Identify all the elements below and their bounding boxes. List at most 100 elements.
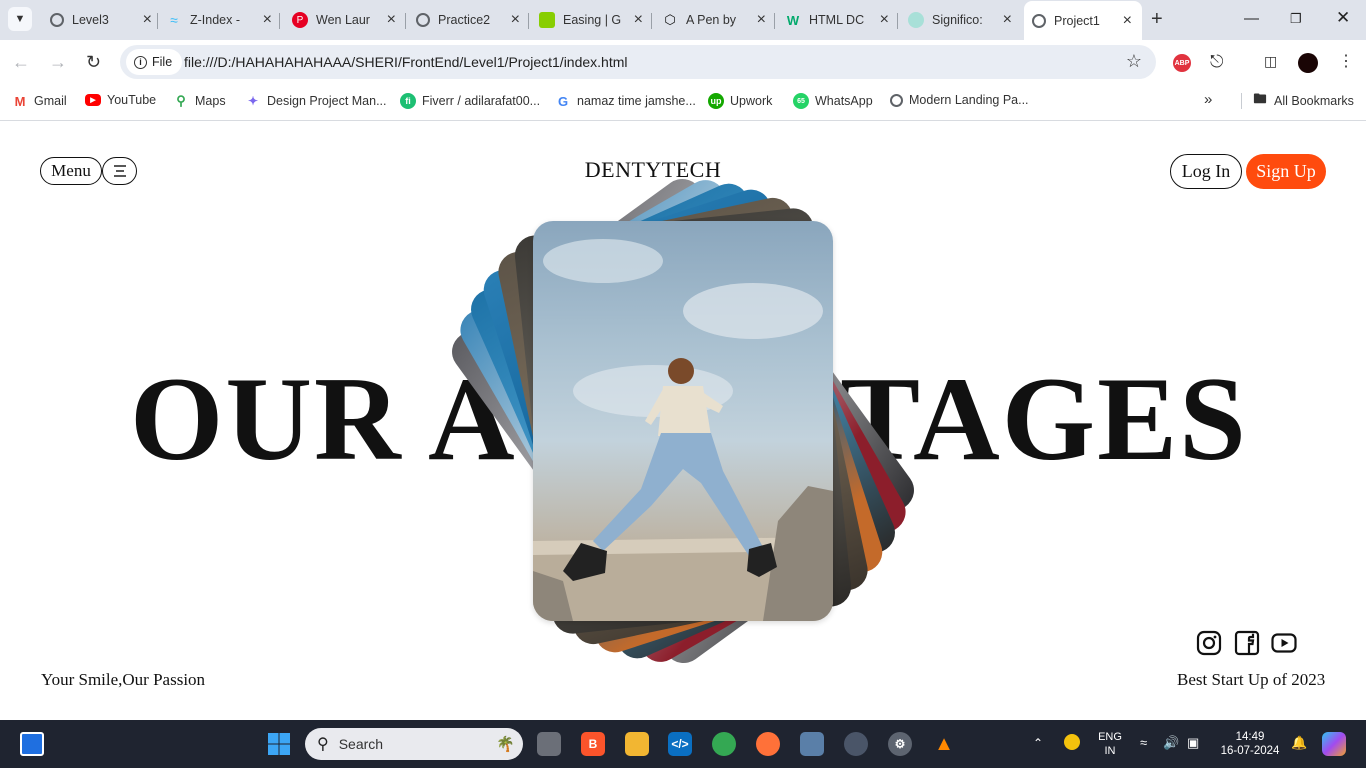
vlc-icon[interactable]: ▲ <box>932 732 956 756</box>
tab-z-index[interactable]: ≈ Z-Index - × <box>166 6 276 34</box>
profile-avatar[interactable] <box>1298 53 1318 73</box>
tab-html-doc[interactable]: W HTML DC × <box>785 6 893 34</box>
close-tab-icon[interactable]: × <box>1003 12 1012 28</box>
more-bookmarks-icon[interactable]: » <box>1204 91 1212 108</box>
headline-right-part: TAGES <box>840 352 1248 485</box>
facebook-icon[interactable] <box>1234 630 1260 656</box>
bookmark-design-project[interactable]: ✦ Design Project Man... <box>245 93 387 109</box>
windows-taskbar: ⚲ Search 🌴 B </> ⚙ ▲ ⌃ ENG IN ≈ 🔊 ▣ 14:4… <box>0 720 1366 768</box>
w3schools-icon: W <box>786 12 800 28</box>
adblock-plus-icon[interactable]: ABP <box>1173 54 1191 72</box>
taskbar-search-box[interactable]: ⚲ Search 🌴 <box>305 728 523 760</box>
bookmark-gmail[interactable]: M Gmail <box>12 93 67 109</box>
bookmark-fiverr[interactable]: fi Fiverr / adilarafat00... <box>400 93 540 109</box>
tab-practice2[interactable]: Practice2 × <box>416 6 524 34</box>
tab-project1[interactable]: Project1 × <box>1024 1 1142 40</box>
firefox-icon[interactable] <box>756 732 780 756</box>
windows-start-icon[interactable] <box>267 732 291 756</box>
close-window-icon[interactable]: ✕ <box>1336 8 1350 28</box>
address-bar[interactable]: i File file:///D:/HAHAHAHAHAAA/SHERI/Fro… <box>120 45 1156 79</box>
upwork-icon: up <box>708 93 724 109</box>
language-indicator[interactable]: ENG IN <box>1094 730 1126 758</box>
woman-jumping-photo <box>533 239 833 621</box>
volume-icon[interactable]: 🔊 <box>1163 736 1179 750</box>
webpage: Menu DENTYTECH Log In Sign Up OUR A TAGE… <box>0 121 1366 720</box>
tab-separator <box>897 13 898 29</box>
side-panel-icon[interactable]: ◫ <box>1264 53 1277 70</box>
bookmark-upwork[interactable]: up Upwork <box>708 93 772 109</box>
clock[interactable]: 14:49 16-07-2024 <box>1218 730 1282 758</box>
login-button[interactable]: Log In <box>1170 154 1242 189</box>
globe-icon <box>416 13 430 27</box>
url-text[interactable]: file:///D:/HAHAHAHAHAAA/SHERI/FrontEnd/L… <box>184 54 628 70</box>
bookmark-modern-landing[interactable]: Modern Landing Pa... <box>890 93 1029 107</box>
close-tab-icon[interactable]: × <box>1123 12 1132 29</box>
bookmark-maps[interactable]: ⚲ Maps <box>173 93 225 109</box>
calculator-icon[interactable] <box>800 732 824 756</box>
greensock-icon <box>539 12 555 28</box>
tab-level3[interactable]: Level3 × <box>44 6 156 34</box>
all-bookmarks-folder[interactable]: 🖿 All Bookmarks <box>1241 91 1354 109</box>
tab-separator <box>279 13 280 29</box>
new-tab-icon[interactable]: + <box>1151 8 1163 31</box>
youtube-icon[interactable] <box>1271 630 1297 656</box>
bookmark-star-icon[interactable]: ☆ <box>1126 51 1142 72</box>
close-tab-icon[interactable]: × <box>634 12 643 28</box>
reload-icon[interactable]: ↻ <box>86 52 101 73</box>
globe-icon <box>890 93 903 107</box>
file-explorer-icon[interactable] <box>625 732 649 756</box>
tray-overflow-icon[interactable]: ⌃ <box>1033 736 1043 750</box>
extensions-icon[interactable]: ⎋ <box>1210 52 1223 72</box>
wifi-icon[interactable]: ≈ <box>1140 736 1147 750</box>
tab-codepen[interactable]: ⬡ A Pen by × <box>662 6 770 34</box>
bookmark-youtube[interactable]: ▶ YouTube <box>85 93 156 107</box>
folder-icon: 🖿 <box>1253 91 1267 106</box>
tab-wen-laur[interactable]: P Wen Laur × <box>292 6 400 34</box>
beach-decoration-icon: 🌴 <box>496 736 515 753</box>
tab-separator <box>157 13 158 29</box>
site-icon <box>908 12 924 28</box>
close-tab-icon[interactable]: × <box>387 12 396 28</box>
site-info-chip[interactable]: i File <box>126 49 183 75</box>
vscode-icon[interactable]: </> <box>668 732 692 756</box>
signup-button[interactable]: Sign Up <box>1246 154 1326 189</box>
close-tab-icon[interactable]: × <box>757 12 766 28</box>
browser-toolbar: ← → ↻ i File file:///D:/HAHAHAHAHAAA/SHE… <box>0 40 1366 85</box>
tab-easing[interactable]: Easing | G × <box>539 6 647 34</box>
back-icon[interactable]: ← <box>12 52 30 73</box>
brand-logo[interactable]: DENTYTECH <box>0 157 1306 183</box>
copilot-icon[interactable] <box>1322 732 1346 756</box>
minimize-icon[interactable]: — <box>1244 10 1259 27</box>
tab-significo[interactable]: Significo: × <box>908 6 1016 34</box>
close-tab-icon[interactable]: × <box>263 12 272 28</box>
tab-strip: ▼ Level3 × ≈ Z-Index - × P Wen Laur × Pr… <box>0 0 1366 40</box>
pinterest-icon: P <box>292 12 308 28</box>
tab-separator <box>528 13 529 29</box>
close-tab-icon[interactable]: × <box>880 12 889 28</box>
bookmarks-bar: M Gmail ▶ YouTube ⚲ Maps ✦ Design Project Ma… <box>0 85 1366 121</box>
tab-search-button[interactable]: ▼ <box>8 7 32 31</box>
bookmark-namaz[interactable]: Gnamaz time jamshe... <box>555 93 696 109</box>
restore-icon[interactable]: ❐ <box>1290 11 1302 27</box>
forward-icon[interactable]: → <box>49 52 67 73</box>
brave-browser-icon[interactable]: B <box>581 732 605 756</box>
widgets-icon[interactable] <box>20 732 44 756</box>
tray-app-icon[interactable] <box>1064 734 1080 750</box>
tab-separator <box>405 13 406 29</box>
settings-gear-icon[interactable]: ⚙ <box>888 732 912 756</box>
chevron-down-icon: ▼ <box>14 13 26 25</box>
bookmark-whatsapp[interactable]: 65 WhatsApp <box>793 93 873 109</box>
notification-bell-icon[interactable]: 🔔 <box>1291 736 1307 750</box>
chrome-icon[interactable] <box>712 732 736 756</box>
more-menu-icon[interactable]: ⋮ <box>1338 51 1354 71</box>
battery-icon[interactable]: ▣ <box>1187 736 1199 750</box>
tab-separator <box>651 13 652 29</box>
close-tab-icon[interactable]: × <box>143 12 152 28</box>
task-view-icon[interactable] <box>537 732 561 756</box>
instagram-icon[interactable] <box>1196 630 1222 656</box>
snipping-tool-icon[interactable] <box>844 732 868 756</box>
globe-icon <box>1032 13 1046 28</box>
close-tab-icon[interactable]: × <box>511 12 520 28</box>
hero-photo-card <box>533 221 833 621</box>
youtube-icon: ▶ <box>85 94 101 106</box>
